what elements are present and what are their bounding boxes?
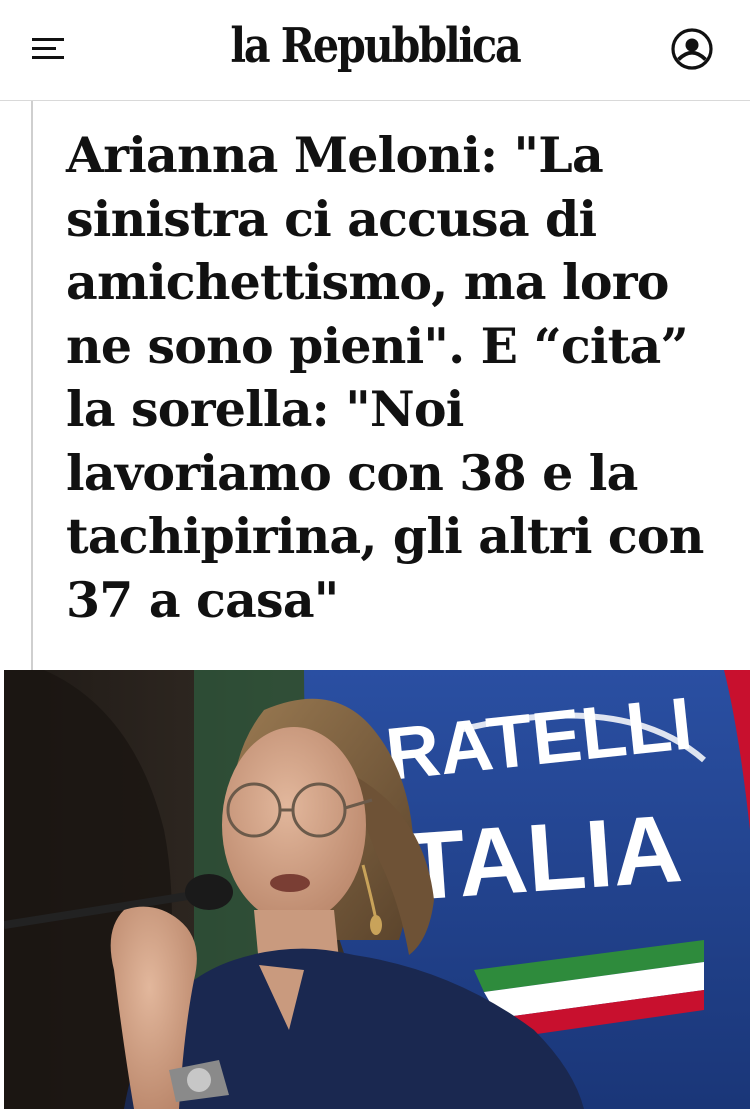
top-bar: la Repubblica <box>0 0 750 101</box>
article-headline[interactable]: Arianna Meloni: "La sinistra ci accusa d… <box>66 124 730 632</box>
site-logo[interactable]: la Repubblica <box>53 14 698 78</box>
user-account-icon <box>671 28 713 70</box>
account-button[interactable] <box>669 26 715 72</box>
banner-text-line2: TALIA <box>403 795 685 921</box>
article-hero-photo[interactable]: RATELLI TALIA <box>4 670 750 1109</box>
